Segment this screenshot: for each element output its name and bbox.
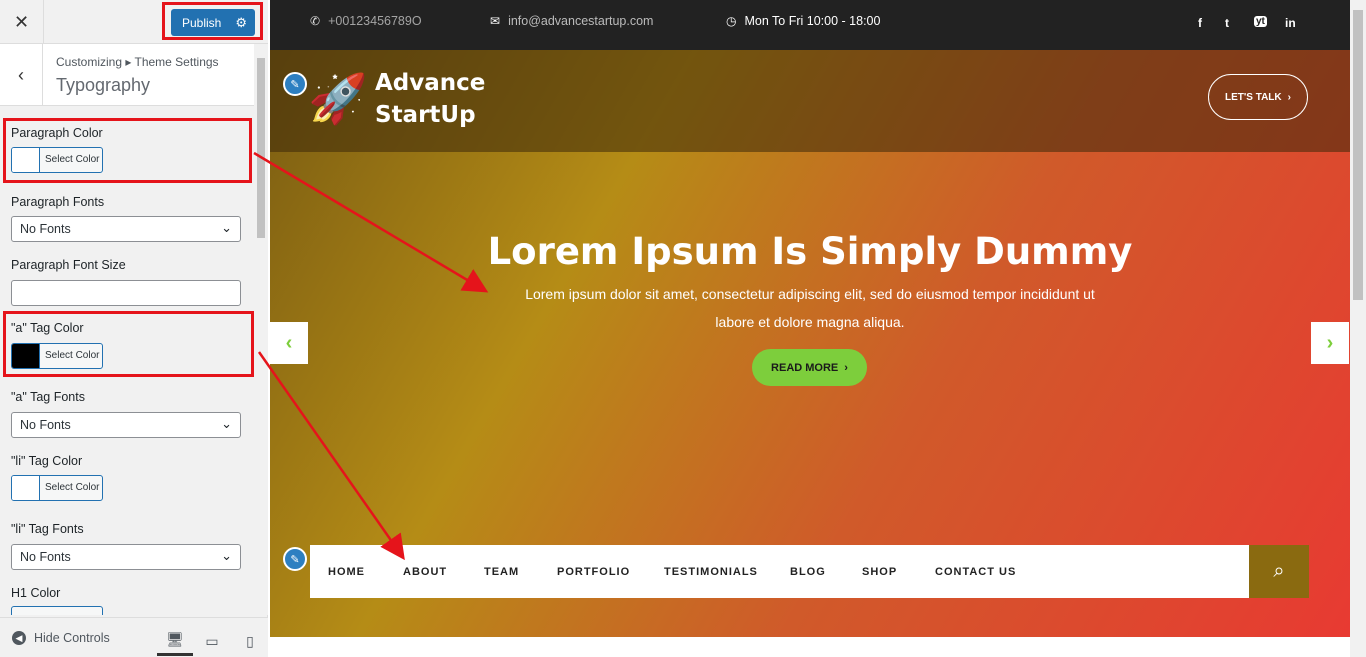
paragraph-fonts-label: Paragraph Fonts xyxy=(11,195,105,209)
controls-panel: Paragraph Color Select Color Paragraph F… xyxy=(0,107,254,615)
scrollbar-thumb[interactable] xyxy=(257,58,265,238)
paragraph-fonts-select[interactable]: No Fonts ⌄ xyxy=(11,216,241,242)
youtube-icon[interactable]: yt xyxy=(1254,16,1267,27)
nav-item-contact[interactable]: CONTACT US xyxy=(935,566,1016,578)
facebook-icon[interactable]: f xyxy=(1198,16,1202,30)
back-arrow-icon[interactable]: ‹ xyxy=(0,44,43,106)
logo-text-line2: StartUp xyxy=(375,102,476,128)
close-icon[interactable]: ✕ xyxy=(0,0,44,44)
nav-item-testimonials[interactable]: TESTIMONIALS xyxy=(664,566,758,578)
a-tag-fonts-select[interactable]: No Fonts ⌄ xyxy=(11,412,241,438)
hero-title: Lorem Ipsum Is Simply Dummy xyxy=(487,230,1133,273)
preview-scrollbar[interactable] xyxy=(1350,0,1366,657)
publish-label: Publish xyxy=(182,15,222,30)
main-navigation: HOME ABOUT TEAM PORTFOLIO TESTIMONIALS B… xyxy=(310,545,1309,598)
chevron-right-icon: › xyxy=(1287,91,1291,103)
color-swatch xyxy=(12,476,40,500)
hours-text: Mon To Fri 10:00 - 18:00 xyxy=(744,14,881,28)
select-value: No Fonts xyxy=(20,550,71,564)
a-tag-color-label: "a" Tag Color xyxy=(11,321,84,335)
customizer-sidebar: ✕ Publish ⚙ ‹ Customizing ▸ Theme Settin… xyxy=(0,0,268,657)
a-tag-color-button[interactable]: Select Color xyxy=(11,343,103,369)
edit-pencil-icon[interactable]: ✎ xyxy=(283,547,307,571)
chevron-down-icon: ⌄ xyxy=(221,220,232,235)
nav-item-team[interactable]: TEAM xyxy=(484,566,519,578)
gear-icon[interactable]: ⚙ xyxy=(235,15,247,31)
hide-controls-button[interactable]: ◀ Hide Controls xyxy=(12,631,110,645)
li-tag-fonts-label: "li" Tag Fonts xyxy=(11,522,84,536)
phone-info: ✆ +00123456789O xyxy=(310,14,422,28)
search-icon[interactable]: ⌕ xyxy=(1249,545,1309,598)
site-topbar: ✆ +00123456789O ✉ info@advancestartup.co… xyxy=(270,0,1350,50)
select-color-label: Select Color xyxy=(45,154,100,165)
h1-color-label: H1 Color xyxy=(11,586,61,600)
sidebar-footer: ◀ Hide Controls 🖥 ▭ ▯ xyxy=(0,617,268,657)
scrollbar-thumb[interactable] xyxy=(1353,10,1363,300)
paragraph-font-size-input[interactable] xyxy=(11,280,241,306)
hero-slider: ✎ 🚀 Advance StartUp LET'S TALK › Lorem I… xyxy=(270,50,1350,637)
h1-color-button[interactable] xyxy=(11,606,103,615)
phone-text: +00123456789O xyxy=(328,14,422,28)
phone-icon: ✆ xyxy=(310,14,321,28)
nav-item-blog[interactable]: BLOG xyxy=(790,566,826,578)
hours-info: ◷ Mon To Fri 10:00 - 18:00 xyxy=(726,14,880,28)
read-more-label: READ MORE xyxy=(771,361,839,374)
paragraph-color-button[interactable]: Select Color xyxy=(11,147,103,173)
read-more-button[interactable]: READ MORE › xyxy=(752,349,867,386)
slider-next-icon[interactable]: › xyxy=(1311,322,1349,364)
nav-item-about[interactable]: ABOUT xyxy=(403,566,447,578)
site-preview: ✆ +00123456789O ✉ info@advancestartup.co… xyxy=(270,0,1350,657)
email-info: ✉ info@advancestartup.com xyxy=(490,14,653,28)
sidebar-header: ✕ Publish ⚙ xyxy=(0,0,268,44)
paragraph-color-label: Paragraph Color xyxy=(11,126,103,140)
hide-controls-label: Hide Controls xyxy=(34,631,110,645)
lets-talk-button[interactable]: LET'S TALK › xyxy=(1208,74,1308,120)
li-tag-color-button[interactable]: Select Color xyxy=(11,475,103,501)
chevron-down-icon: ⌄ xyxy=(221,416,232,431)
select-value: No Fonts xyxy=(20,222,71,236)
color-swatch xyxy=(12,148,40,172)
envelope-icon: ✉ xyxy=(490,14,501,28)
sidebar-scrollbar[interactable] xyxy=(254,44,268,615)
breadcrumb: Customizing ▸ Theme Settings xyxy=(56,55,219,69)
hero-subtitle-line1: Lorem ipsum dolor sit amet, consectetur … xyxy=(525,286,1095,302)
section-title: Typography xyxy=(56,75,151,95)
mobile-preview-icon[interactable]: ▯ xyxy=(232,626,268,656)
publish-button[interactable]: Publish ⚙ xyxy=(171,9,255,36)
logo-text-line1: Advance xyxy=(375,70,486,96)
chevron-right-icon: › xyxy=(844,361,848,374)
a-tag-fonts-label: "a" Tag Fonts xyxy=(11,390,85,404)
paragraph-font-size-label: Paragraph Font Size xyxy=(11,258,126,272)
twitter-icon[interactable]: t xyxy=(1225,16,1229,30)
email-text: info@advancestartup.com xyxy=(508,14,654,28)
edit-pencil-icon[interactable]: ✎ xyxy=(283,72,307,96)
desktop-preview-icon[interactable]: 🖥 xyxy=(157,626,193,656)
select-color-label: Select Color xyxy=(45,482,100,493)
breadcrumb-section: ‹ Customizing ▸ Theme Settings Typograph… xyxy=(0,44,254,106)
clock-icon: ◷ xyxy=(726,14,737,28)
slider-prev-icon[interactable]: ‹ xyxy=(270,322,308,364)
rocket-logo-icon: 🚀 xyxy=(308,73,368,126)
linkedin-icon[interactable]: in xyxy=(1285,16,1296,30)
publish-highlight-box: Publish ⚙ xyxy=(162,2,263,40)
color-swatch xyxy=(12,344,40,368)
hero-subtitle-line2: labore et dolore magna aliqua. xyxy=(715,314,905,330)
chevron-down-icon: ⌄ xyxy=(221,548,232,563)
header-overlay xyxy=(270,50,1350,152)
select-color-label: Select Color xyxy=(45,350,100,361)
lets-talk-label: LET'S TALK xyxy=(1225,91,1282,103)
tablet-preview-icon[interactable]: ▭ xyxy=(194,626,230,656)
li-tag-color-label: "li" Tag Color xyxy=(11,454,83,468)
nav-item-portfolio[interactable]: PORTFOLIO xyxy=(557,566,630,578)
nav-item-shop[interactable]: SHOP xyxy=(862,566,897,578)
select-value: No Fonts xyxy=(20,418,71,432)
nav-item-home[interactable]: HOME xyxy=(328,566,365,578)
collapse-icon: ◀ xyxy=(12,631,26,645)
li-tag-fonts-select[interactable]: No Fonts ⌄ xyxy=(11,544,241,570)
